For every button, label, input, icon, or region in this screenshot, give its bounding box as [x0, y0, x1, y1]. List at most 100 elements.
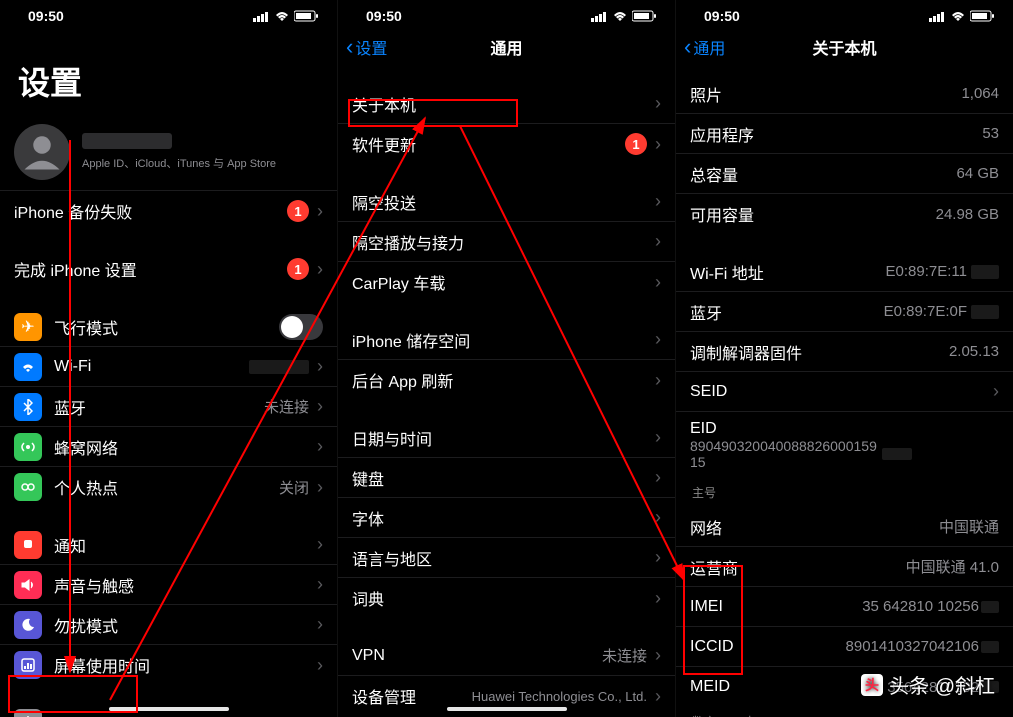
masked	[981, 641, 999, 653]
row-available: 可用容量 24.98 GB	[676, 194, 1013, 234]
row-hotspot[interactable]: 个人热点 关闭 ›	[0, 467, 337, 507]
status-bar: 09:50	[0, 0, 337, 28]
home-indicator[interactable]	[447, 707, 567, 711]
signal-icon	[253, 11, 270, 22]
nav-bar: ‹通用 关于本机	[676, 28, 1013, 66]
chevron-right-icon: ›	[317, 356, 323, 377]
chevron-right-icon: ›	[655, 547, 661, 568]
bluetooth-icon	[14, 393, 42, 421]
row-apps: 应用程序 53	[676, 114, 1013, 154]
status-time: 09:50	[366, 8, 402, 24]
badge-icon: 1	[625, 133, 647, 155]
home-indicator[interactable]	[109, 707, 229, 711]
row-datetime[interactable]: 日期与时间 ›	[338, 418, 675, 458]
chevron-left-icon: ‹	[346, 36, 353, 58]
row-keyboard[interactable]: 键盘 ›	[338, 458, 675, 498]
status-bar: 09:50	[676, 0, 1013, 28]
chevron-right-icon: ›	[317, 534, 323, 555]
row-background-refresh[interactable]: 后台 App 刷新 ›	[338, 360, 675, 400]
row-modem: 调制解调器固件 2.05.13	[676, 332, 1013, 372]
status-bar: 09:50	[338, 0, 675, 28]
chevron-right-icon: ›	[655, 231, 661, 252]
toutiao-icon: 头	[861, 674, 883, 696]
wifi-icon	[274, 11, 290, 22]
row-eid: EID 89049032004008882600015915	[676, 412, 1013, 478]
row-photos: 照片 1,064	[676, 74, 1013, 114]
row-network: 网络 中国联通	[676, 507, 1013, 547]
chevron-right-icon: ›	[317, 614, 323, 635]
section-header-esim: 数字 SIM 卡	[676, 707, 1013, 717]
chevron-right-icon: ›	[655, 645, 661, 666]
chevron-right-icon: ›	[317, 477, 323, 498]
row-bluetooth[interactable]: 蓝牙 未连接 ›	[0, 387, 337, 427]
row-fonts[interactable]: 字体 ›	[338, 498, 675, 538]
chevron-right-icon: ›	[655, 272, 661, 293]
toggle[interactable]	[279, 314, 323, 340]
signal-icon	[929, 11, 946, 22]
wifi-icon	[14, 353, 42, 381]
back-button[interactable]: ‹设置	[346, 35, 387, 59]
row-notifications[interactable]: 通知 ›	[0, 525, 337, 565]
profile-row[interactable]: Apple ID、iCloud、iTunes 与 App Store	[0, 118, 337, 191]
dnd-icon	[14, 611, 42, 639]
chevron-right-icon: ›	[655, 329, 661, 350]
row-dnd[interactable]: 勿扰模式 ›	[0, 605, 337, 645]
row-imei: IMEI 35 642810 10256	[676, 587, 1013, 627]
chevron-right-icon: ›	[655, 588, 661, 609]
chevron-right-icon: ›	[655, 370, 661, 391]
chevron-right-icon: ›	[655, 134, 661, 155]
row-screentime[interactable]: 屏幕使用时间 ›	[0, 645, 337, 685]
row-bluetooth-addr: 蓝牙 E0:89:7E:0F	[676, 292, 1013, 332]
chevron-right-icon: ›	[655, 191, 661, 212]
back-button[interactable]: ‹通用	[684, 35, 725, 59]
row-carplay[interactable]: CarPlay 车载 ›	[338, 262, 675, 302]
row-software-update[interactable]: 软件更新 1 ›	[338, 124, 675, 164]
status-time: 09:50	[28, 8, 64, 24]
row-storage[interactable]: iPhone 储存空间 ›	[338, 320, 675, 360]
chevron-right-icon: ›	[993, 381, 999, 402]
chevron-right-icon: ›	[317, 201, 323, 222]
screentime-icon	[14, 651, 42, 679]
avatar	[14, 124, 70, 180]
airplane-icon: ✈	[14, 313, 42, 341]
chevron-right-icon: ›	[655, 427, 661, 448]
status-icons	[929, 10, 995, 22]
row-finish-setup[interactable]: 完成 iPhone 设置 1 ›	[0, 249, 337, 289]
wifi-value-masked	[249, 360, 309, 374]
masked	[971, 265, 999, 279]
row-seid[interactable]: SEID ›	[676, 372, 1013, 412]
notifications-icon	[14, 531, 42, 559]
screen-general: 09:50 ‹设置 通用 关于本机 › 软件更新 1 › 隔空投	[338, 0, 676, 717]
row-wifi-addr: Wi-Fi 地址 E0:89:7E:11	[676, 252, 1013, 292]
row-iccid: ICCID 8901410327042106	[676, 627, 1013, 667]
chevron-right-icon: ›	[317, 396, 323, 417]
chevron-right-icon: ›	[655, 93, 661, 114]
screen-settings: 09:50 设置 Apple ID、iCloud、iTunes 与 App St…	[0, 0, 338, 717]
row-about[interactable]: 关于本机 ›	[338, 84, 675, 124]
gear-icon	[14, 709, 42, 717]
svg-text:头: 头	[865, 677, 879, 693]
sounds-icon	[14, 571, 42, 599]
chevron-right-icon: ›	[317, 259, 323, 280]
row-airplay[interactable]: 隔空播放与接力 ›	[338, 222, 675, 262]
wifi-icon	[612, 11, 628, 22]
profile-name-masked	[82, 133, 172, 149]
chevron-right-icon: ›	[655, 467, 661, 488]
row-dictionary[interactable]: 词典 ›	[338, 578, 675, 618]
row-wifi[interactable]: Wi-Fi ›	[0, 347, 337, 387]
chevron-right-icon: ›	[317, 436, 323, 457]
row-sounds[interactable]: 声音与触感 ›	[0, 565, 337, 605]
hotspot-icon	[14, 473, 42, 501]
profile-sub: Apple ID、iCloud、iTunes 与 App Store	[82, 155, 276, 171]
row-airplane[interactable]: ✈ 飞行模式	[0, 307, 337, 347]
row-airdrop[interactable]: 隔空投送 ›	[338, 182, 675, 222]
masked	[971, 305, 999, 319]
status-time: 09:50	[704, 8, 740, 24]
status-icons	[591, 10, 657, 22]
row-backup-fail[interactable]: iPhone 备份失败 1 ›	[0, 191, 337, 231]
status-icons	[253, 10, 319, 22]
row-vpn[interactable]: VPN 未连接 ›	[338, 636, 675, 676]
row-language[interactable]: 语言与地区 ›	[338, 538, 675, 578]
row-cellular[interactable]: 蜂窝网络 ›	[0, 427, 337, 467]
page-title: 设置	[0, 28, 337, 118]
